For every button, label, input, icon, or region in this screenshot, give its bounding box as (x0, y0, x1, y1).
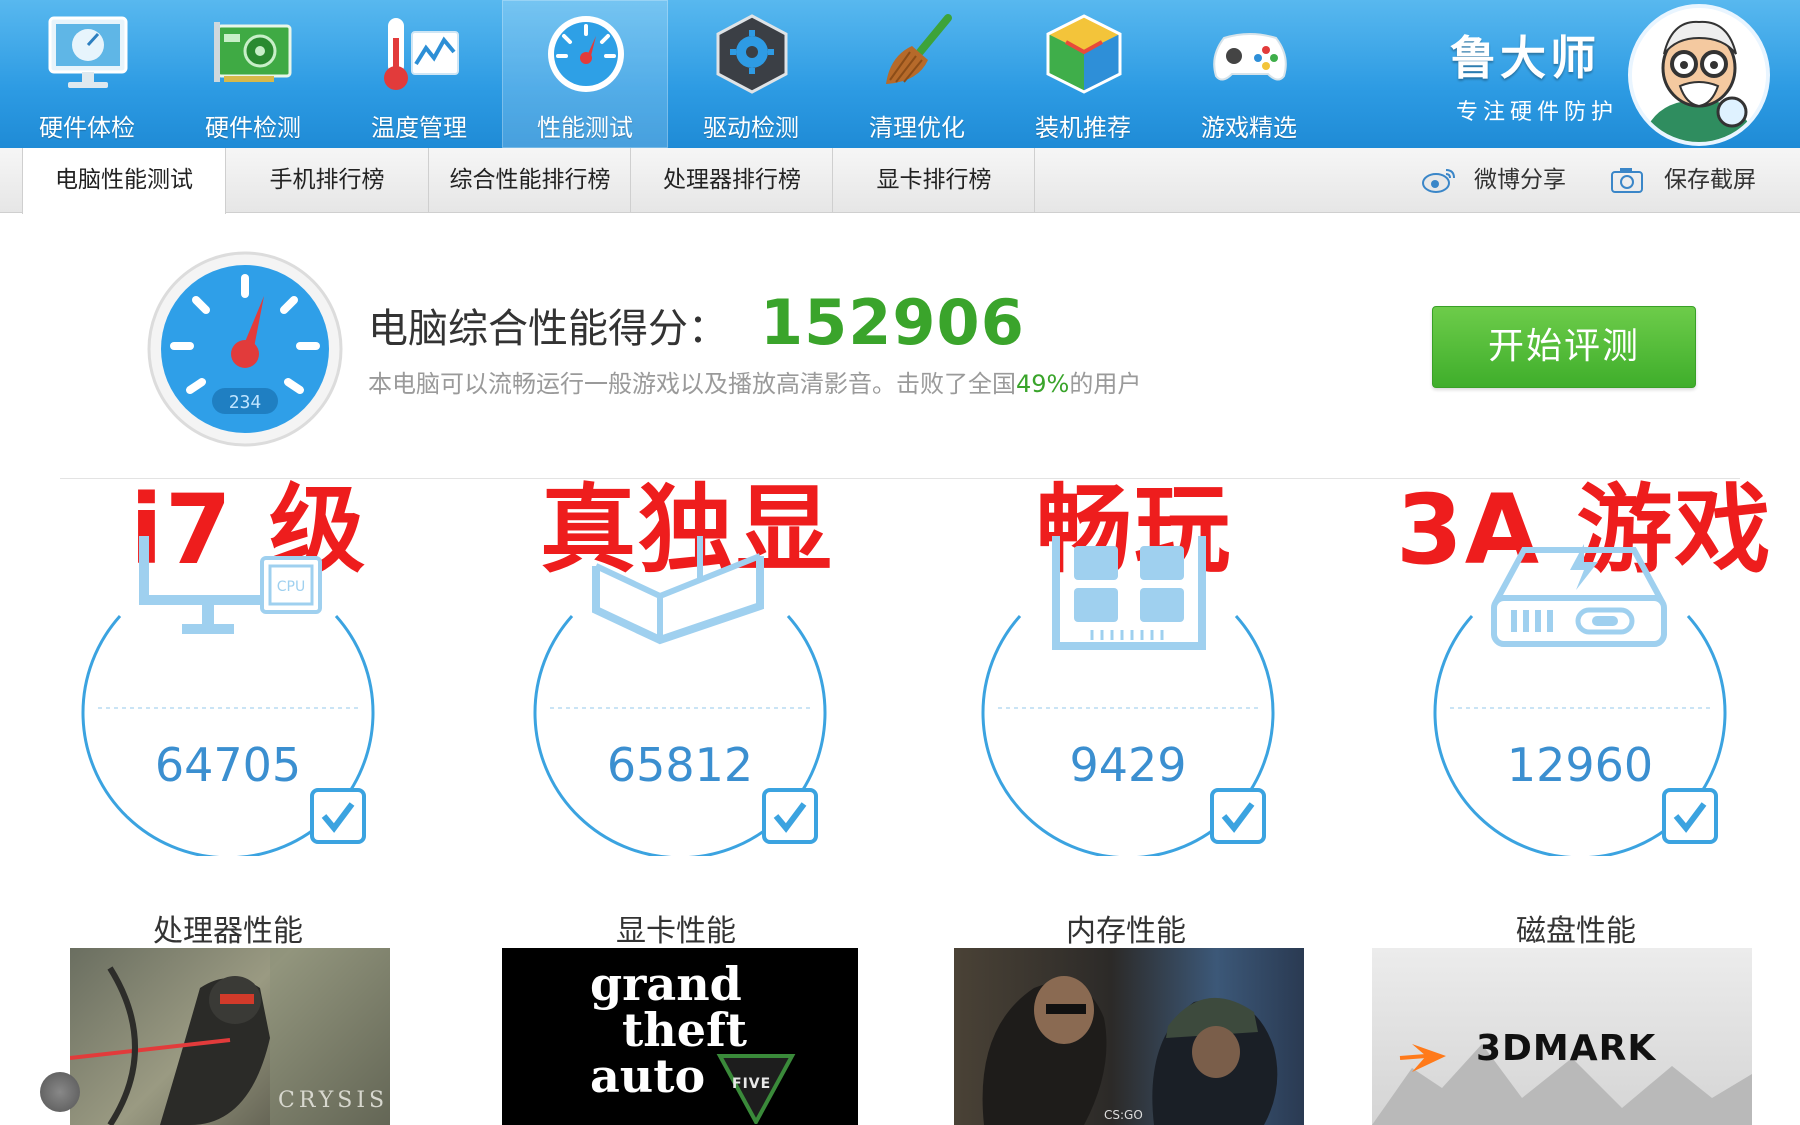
score-value: 152906 (760, 286, 1025, 359)
memory-chip-icon (1052, 536, 1206, 650)
gpu-metric-name: 显卡性能 (616, 914, 736, 949)
cpu-monitor-icon: CPU (139, 536, 322, 634)
top-toolbar: 硬件体检 硬件检测 温度管理 性能测试 驱动检测 清理优化 装机推荐 游戏精选 … (0, 0, 1800, 148)
tool-label: 游戏精选 (1201, 114, 1297, 142)
gta5-thumbnail[interactable]: grand theft auto FIVE (502, 948, 858, 1125)
weibo-icon (1422, 169, 1455, 193)
tool-label: 清理优化 (869, 114, 965, 142)
tool-hardware-detect[interactable]: 硬件检测 (170, 0, 336, 148)
gpu-metric: 65812 (530, 536, 830, 856)
thermometer-icon (384, 18, 459, 90)
disk-metric-name: 磁盘性能 (1516, 914, 1636, 949)
tab-gpu-ranking[interactable]: 显卡排行榜 (834, 148, 1035, 212)
tool-label: 硬件体检 (39, 114, 135, 142)
disk-score: 12960 (1506, 738, 1654, 792)
tab-pc-performance-test[interactable]: 电脑性能测试 (22, 148, 226, 214)
3dmark-thumbnail[interactable]: 3DMARK (1372, 948, 1752, 1125)
sub-tab-bar: 电脑性能测试 手机排行榜 综合性能排行榜 处理器排行榜 显卡排行榜 微博分享 保… (0, 148, 1800, 214)
cpu-metric: CPU 64705 (78, 536, 378, 856)
checkbox-checked-icon[interactable] (1210, 788, 1266, 844)
weibo-share-label: 微博分享 (1474, 167, 1566, 193)
crysis-title: CRYSIS (278, 1088, 389, 1113)
csgo-soldiers-illustration (982, 976, 1278, 1125)
tab-cpu-ranking[interactable]: 处理器排行榜 (632, 148, 833, 212)
tool-label: 硬件检测 (205, 114, 301, 142)
csgo-title: CS:GO (1104, 1108, 1143, 1122)
gpu-score: 65812 (606, 738, 754, 792)
gpu-cube-icon (592, 536, 764, 645)
cpu-metric-name: 处理器性能 (153, 914, 303, 949)
gamepad-icon (1213, 33, 1287, 81)
tool-game-picks[interactable]: 游戏精选 (1166, 0, 1332, 148)
tool-label: 性能测试 (537, 114, 633, 142)
csgo-thumbnail[interactable]: CS:GO (954, 948, 1304, 1125)
weibo-share-button[interactable]: 微博分享 (1422, 148, 1582, 212)
score-label: 电脑综合性能得分： (368, 306, 728, 352)
floating-ball-icon[interactable] (40, 1072, 80, 1112)
camera-icon (1611, 168, 1643, 193)
tool-performance-test[interactable]: 性能测试 (502, 0, 668, 148)
tool-driver-detect[interactable]: 驱动检测 (668, 0, 834, 148)
driver-gear-icon (716, 14, 788, 94)
tool-label: 装机推荐 (1035, 114, 1131, 142)
disk-metric: 12960 (1430, 544, 1730, 856)
gta-title-line3: auto (590, 1049, 706, 1103)
tab-overall-ranking[interactable]: 综合性能排行榜 (430, 148, 631, 212)
cube-icon (1046, 14, 1122, 94)
brand-name: 鲁大师 (1450, 31, 1600, 85)
save-screenshot-label: 保存截屏 (1664, 167, 1756, 193)
tool-build-recommend[interactable]: 装机推荐 (1000, 0, 1166, 148)
broom-icon (886, 14, 952, 84)
memory-score: 9429 (1069, 738, 1187, 792)
performance-gauge-icon: 234 (147, 251, 343, 447)
tool-cleanup[interactable]: 清理优化 (834, 0, 1000, 148)
beat-percentage: 49% (1016, 370, 1070, 398)
crysis-thumbnail[interactable]: CRYSIS (70, 948, 390, 1125)
checkbox-checked-icon[interactable] (1662, 788, 1718, 844)
3dmark-title: 3DMARK (1476, 1028, 1657, 1069)
tool-temperature[interactable]: 温度管理 (336, 0, 502, 148)
speedometer-icon (548, 16, 624, 92)
score-desc-text: 本电脑可以流畅运行一般游戏以及播放高清影音。击败了全国 (368, 370, 1016, 398)
disk-drive-icon (1491, 544, 1667, 647)
monitor-icon (48, 16, 128, 88)
tool-label: 驱动检测 (703, 114, 799, 142)
checkbox-checked-icon[interactable] (762, 788, 818, 844)
gta-title-line1: grand (590, 957, 742, 1011)
tool-label: 温度管理 (371, 114, 467, 142)
gta-five-badge: FIVE (732, 1076, 772, 1092)
svg-text:CPU: CPU (277, 579, 305, 595)
graphics-card-icon (214, 22, 292, 82)
start-benchmark-button[interactable]: 开始评测 (1432, 306, 1696, 388)
memory-metric: 9429 (978, 536, 1278, 856)
score-description: 本电脑可以流畅运行一般游戏以及播放高清影音。击败了全国49%的用户 (368, 364, 1141, 399)
brand-slogan: 专注硬件防护 (1456, 100, 1619, 125)
mascot-avatar-icon[interactable] (1628, 4, 1770, 146)
checkbox-checked-icon[interactable] (310, 788, 366, 844)
cpu-score: 64705 (154, 738, 302, 792)
tab-phone-ranking[interactable]: 手机排行榜 (226, 148, 429, 212)
gauge-number: 234 (229, 392, 262, 413)
gta-title-line2: theft (622, 1003, 747, 1057)
score-desc-suffix: 的用户 (1069, 370, 1142, 398)
tool-hardware-checkup[interactable]: 硬件体检 (4, 0, 170, 148)
memory-metric-name: 内存性能 (1066, 914, 1186, 949)
save-screenshot-button[interactable]: 保存截屏 (1610, 148, 1780, 212)
